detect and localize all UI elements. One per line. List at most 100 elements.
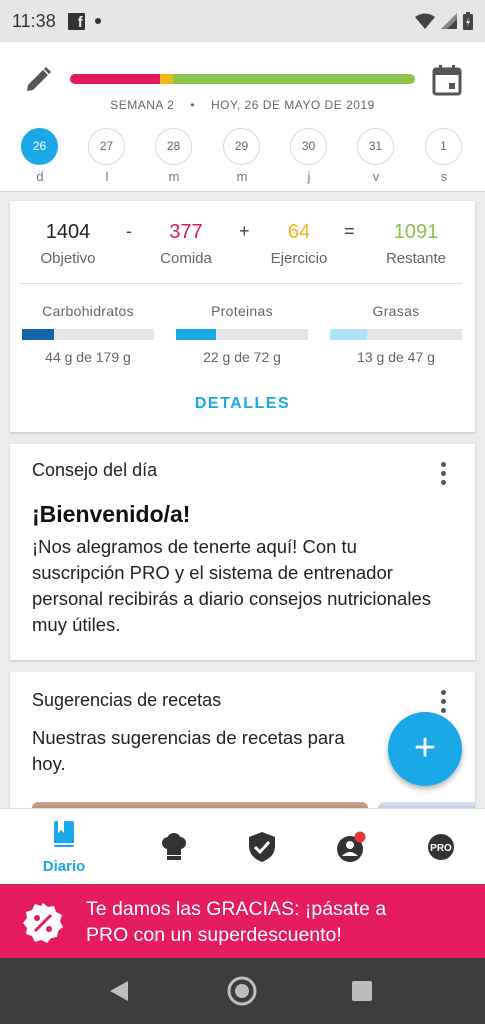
status-bar: 11:38 f xyxy=(0,0,485,42)
promo-text-line1: Te damos las GRACIAS: ¡pásate a xyxy=(86,898,387,920)
tip-heading: ¡Bienvenido/a! xyxy=(32,501,191,527)
signal-icon xyxy=(441,13,457,29)
macro-carbs: Carbohidratos 44 g de 179 g xyxy=(22,303,154,365)
nav-item-diario[interactable]: Diario xyxy=(29,821,99,875)
discount-badge-icon xyxy=(23,903,63,943)
nav-item-coach[interactable] xyxy=(227,821,297,867)
calorie-summary-card: 1404 Objetivo - 377 Comida + 64 Ejercici… xyxy=(10,201,475,432)
system-navigation-bar xyxy=(0,958,485,1024)
day-item-2[interactable]: 28 m xyxy=(155,128,193,184)
macro-bar-fill xyxy=(22,329,55,340)
day-number[interactable]: 1 xyxy=(425,128,462,165)
diary-book-icon xyxy=(54,821,74,847)
day-item-0[interactable]: 26 d xyxy=(21,128,59,184)
chef-hat-icon xyxy=(162,833,186,860)
progress-remaining-segment xyxy=(173,74,415,84)
progress-exercise-segment xyxy=(159,74,174,84)
remaining-value: 1091 xyxy=(393,221,439,243)
macro-amount: 44 g de 179 g xyxy=(45,349,131,365)
pro-badge-text: PRO xyxy=(430,843,452,854)
day-letter: m xyxy=(236,169,248,184)
macro-fat: Grasas 13 g de 47 g xyxy=(330,303,462,365)
day-letter: l xyxy=(105,169,109,184)
macro-name: Carbohidratos xyxy=(42,303,134,319)
daily-tip-card: Consejo del día ¡Bienvenido/a! ¡Nos aleg… xyxy=(10,444,475,660)
nav-item-recipes[interactable] xyxy=(139,821,209,866)
calendar-icon[interactable] xyxy=(432,64,462,96)
exercise-column: 64 Ejercicio xyxy=(260,221,338,267)
tip-body: ¡Nos alegramos de tenerte aquí! Con tu s… xyxy=(32,536,431,635)
goal-label: Objetivo xyxy=(40,250,96,267)
macro-bar xyxy=(330,329,462,340)
food-value: 377 xyxy=(169,221,203,243)
tip-card-more-icon[interactable] xyxy=(441,462,447,489)
promo-text-line2: PRO con un superdescuento! xyxy=(86,924,342,946)
recipes-card-more-icon[interactable] xyxy=(441,690,447,717)
day-number[interactable]: 28 xyxy=(155,128,192,165)
recipes-body: Nuestras sugerencias de recetas para hoy… xyxy=(32,727,345,774)
facebook-icon: f xyxy=(67,12,85,31)
food-column: 377 Comida xyxy=(150,221,222,267)
day-item-6[interactable]: 1s xyxy=(425,128,463,184)
day-number[interactable]: 30 xyxy=(290,128,327,165)
recipes-card-title: Sugerencias de recetas xyxy=(32,690,222,710)
macro-name: Grasas xyxy=(372,303,420,319)
day-item-1[interactable]: 27 l xyxy=(88,128,126,184)
day-letter: j xyxy=(307,169,311,184)
day-letter: v xyxy=(372,169,380,184)
macro-amount: 22 g de 72 g xyxy=(203,349,281,365)
battery-icon xyxy=(463,12,473,30)
promo-text: Te damos las GRACIAS: ¡pásate a PRO con … xyxy=(86,896,386,948)
week-label: SEMANA 2 xyxy=(110,98,175,112)
nav-item-pro[interactable]: PRO xyxy=(406,821,476,866)
nav-label-diario: Diario xyxy=(42,858,86,875)
day-letter: d xyxy=(36,169,44,184)
bottom-navigation: Diario PRO xyxy=(0,808,485,884)
calorie-equation: 1404 Objetivo - 377 Comida + 64 Ejercici… xyxy=(10,221,475,271)
week-separator: • xyxy=(190,98,195,112)
day-item-5[interactable]: 31 v xyxy=(357,128,395,184)
summary-divider xyxy=(20,283,462,284)
plus-operator: + xyxy=(239,221,250,241)
recents-icon[interactable] xyxy=(352,981,372,1001)
day-letter: m xyxy=(168,169,180,184)
day-number[interactable]: 26 xyxy=(21,128,58,165)
macro-name: Proteinas xyxy=(211,303,273,319)
details-button[interactable]: DETALLES xyxy=(10,395,475,413)
day-header: SEMANA 2 • HOY, 26 DE MAYO DE 2019 26 d 27 l… xyxy=(0,42,485,192)
day-number[interactable]: 29 xyxy=(223,128,260,165)
community-icon xyxy=(337,831,366,862)
shield-check-icon xyxy=(249,832,275,862)
goal-value: 1404 xyxy=(45,221,91,243)
week-date-line: SEMANA 2 • HOY, 26 DE MAYO DE 2019 xyxy=(70,98,415,112)
remaining-label: Restante xyxy=(385,250,447,267)
home-icon[interactable] xyxy=(227,976,257,1006)
macro-bar xyxy=(22,329,154,340)
promo-banner[interactable]: Te damos las GRACIAS: ¡pásate a PRO con … xyxy=(0,884,485,958)
tip-card-title: Consejo del día xyxy=(32,460,158,480)
day-number[interactable]: 31 xyxy=(357,128,394,165)
remaining-column: 1091 Restante xyxy=(376,221,456,267)
exercise-value: 64 xyxy=(287,221,311,243)
exercise-label: Ejercicio xyxy=(270,250,328,267)
pro-badge-icon: PRO xyxy=(428,834,454,860)
macro-bar-fill xyxy=(330,329,367,340)
day-selector: 26 d 27 l 28 m 29 m 30 j 31 v 1s xyxy=(0,128,485,188)
add-entry-button[interactable]: + xyxy=(388,712,462,786)
edit-pencil-icon[interactable] xyxy=(22,64,54,96)
day-item-4[interactable]: 30 j xyxy=(290,128,328,184)
back-icon[interactable] xyxy=(108,980,130,1002)
day-number[interactable]: 27 xyxy=(88,128,125,165)
progress-food-segment xyxy=(70,74,160,84)
equals-operator: = xyxy=(344,221,355,241)
day-item-3[interactable]: 29 m xyxy=(223,128,261,184)
minus-operator: - xyxy=(126,221,132,241)
status-time: 11:38 xyxy=(12,10,56,31)
calorie-progress-bar xyxy=(70,74,415,84)
macro-bar-fill xyxy=(176,329,217,340)
nav-item-community[interactable] xyxy=(316,821,386,868)
food-label: Comida xyxy=(160,250,212,267)
notification-dot-icon xyxy=(94,18,101,24)
date-label: HOY, 26 DE MAYO DE 2019 xyxy=(210,98,375,112)
goal-column: 1404 Objetivo xyxy=(32,221,104,267)
